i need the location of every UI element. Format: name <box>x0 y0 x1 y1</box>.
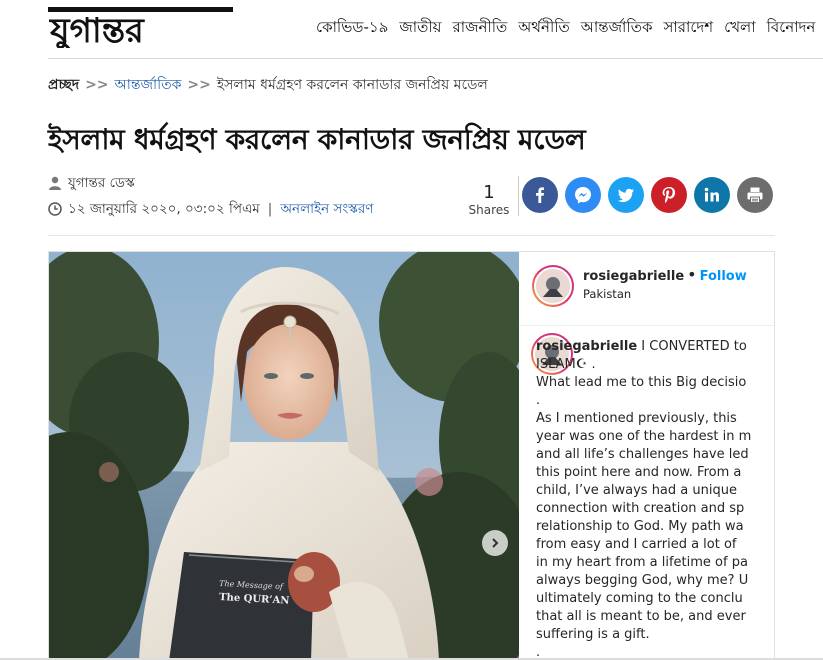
chevron-right-icon <box>492 538 499 548</box>
site-header: যুগান্তর কোভিড-১৯ জাতীয় রাজনীতি অর্থনীত… <box>0 0 823 58</box>
meta-divider-line <box>48 235 775 236</box>
logo-text: যুগান্তর <box>49 11 145 48</box>
author-row: যুগান্তর ডেস্ক <box>48 172 373 194</box>
author-name: যুগান্তর ডেস্ক <box>68 174 135 191</box>
publish-date: ১২ জানুয়ারি ২০২০, ০৩:০২ পিএম <box>68 200 260 217</box>
messenger-icon <box>575 187 591 204</box>
caption-line: . <box>536 393 541 408</box>
linkedin-share-button[interactable] <box>694 177 730 213</box>
breadcrumb-section[interactable]: আন্তর্জাতিক <box>115 77 182 93</box>
nav-item-countrywide[interactable]: সারাদেশ <box>663 16 713 41</box>
nav-item-sports[interactable]: খেলা <box>724 16 755 41</box>
profile-info: rosiegabrielle • Follow Pakistan <box>583 265 747 301</box>
caption-line: connection with creation and sp <box>536 501 745 516</box>
meta-divider: | <box>267 201 273 217</box>
main-nav: কোভিড-১৯ জাতীয় রাজনীতি অর্থনীতি আন্তর্জ… <box>316 16 823 41</box>
caption-line: always begging God, why me? U <box>536 573 749 588</box>
caption-line: child, I’ve always had a unique <box>536 483 737 498</box>
follow-separator: • <box>687 265 697 284</box>
caption-username[interactable]: rosiegabrielle <box>536 339 637 354</box>
pinterest-icon <box>662 187 676 203</box>
follow-button[interactable]: Follow <box>700 269 747 284</box>
share-divider <box>518 176 519 216</box>
share-counter: 1 Shares <box>464 182 514 218</box>
caption-first-line: rosiegabrielle I CONVERTED to <box>536 338 776 356</box>
avatar-image <box>534 267 572 305</box>
instagram-post-header: rosiegabrielle • Follow Pakistan <box>519 252 774 326</box>
site-logo[interactable]: যুগান্তর <box>48 4 233 48</box>
caption-line: As I mentioned previously, this <box>536 411 737 426</box>
caption-line: from easy and I carried a lot of <box>536 537 737 552</box>
caption-line: suffering is a gift. <box>536 627 650 642</box>
caption-line: ISLAM☪ . <box>536 357 596 372</box>
clock-icon <box>48 202 62 216</box>
caption-line: relationship to God. My path wa <box>536 519 744 534</box>
caption-line: this point here and now. From a <box>536 465 742 480</box>
profile-username[interactable]: rosiegabrielle <box>583 269 684 284</box>
caption-line: ultimately coming to the conclu <box>536 591 743 606</box>
post-location[interactable]: Pakistan <box>583 287 747 301</box>
avatar[interactable] <box>532 265 574 307</box>
caption-line: I CONVERTED to <box>641 339 747 354</box>
print-button[interactable] <box>737 177 773 213</box>
caption-line: and all life’s challenges have led <box>536 447 749 462</box>
post-photo[interactable]: The Message of The QUR’AN <box>49 252 519 660</box>
printer-icon <box>747 187 763 203</box>
article-title: ইসলাম ধর্মগ্রহণ করলেন কানাডার জনপ্রিয় ম… <box>48 123 586 156</box>
caption-line: that all is meant to be, and ever <box>536 609 746 624</box>
messenger-share-button[interactable] <box>565 177 601 213</box>
breadcrumb-separator: >> <box>85 77 109 93</box>
twitter-share-button[interactable] <box>608 177 644 213</box>
caption-line: year was one of the hardest in m <box>536 429 752 444</box>
post-image: The Message of The QUR’AN <box>49 252 519 660</box>
user-icon <box>49 176 61 190</box>
social-share-bar <box>522 177 780 213</box>
header-divider <box>48 58 823 59</box>
breadcrumb-separator: >> <box>187 77 211 93</box>
edition-link[interactable]: অনলাইন সংস্করণ <box>280 198 373 221</box>
nav-item-politics[interactable]: রাজনীতি <box>452 16 507 41</box>
breadcrumb: প্রচ্ছদ >> আন্তর্জাতিক >> ইসলাম ধর্মগ্রহণ কর… <box>48 73 488 97</box>
breadcrumb-current: ইসলাম ধর্মগ্রহণ করলেন কানাডার জনপ্রিয় ম… <box>216 77 488 93</box>
caption-line: What lead me to this Big decisio <box>536 375 747 390</box>
nav-item-economy[interactable]: অর্থনীতি <box>518 16 570 41</box>
nav-item-entertainment[interactable]: বিনোদন <box>767 16 816 41</box>
article-meta: যুগান্তর ডেস্ক ১২ জানুয়ারি ২০২০, ০৩:০২ … <box>48 172 373 224</box>
share-label: Shares <box>468 203 510 217</box>
nav-item-national[interactable]: জাতীয় <box>399 16 441 41</box>
twitter-icon <box>617 188 634 203</box>
date-row: ১২ জানুয়ারি ২০২০, ০৩:০২ পিএম | অনলাইন স… <box>48 198 373 220</box>
next-slide-button[interactable] <box>482 530 508 556</box>
pinterest-share-button[interactable] <box>651 177 687 213</box>
nav-item-international[interactable]: আন্তর্জাতিক <box>581 16 653 41</box>
nav-item-covid[interactable]: কোভিড-১৯ <box>316 16 388 41</box>
breadcrumb-home[interactable]: প্রচ্ছদ <box>48 77 79 93</box>
facebook-icon <box>536 187 544 203</box>
linkedin-icon <box>704 187 719 202</box>
share-count: 1 <box>483 182 495 203</box>
caption-line: in my heart from a lifetime of pa <box>536 555 748 570</box>
post-caption: rosiegabrielle I CONVERTED to ISLAM☪ . W… <box>536 338 776 660</box>
facebook-share-button[interactable] <box>522 177 558 213</box>
